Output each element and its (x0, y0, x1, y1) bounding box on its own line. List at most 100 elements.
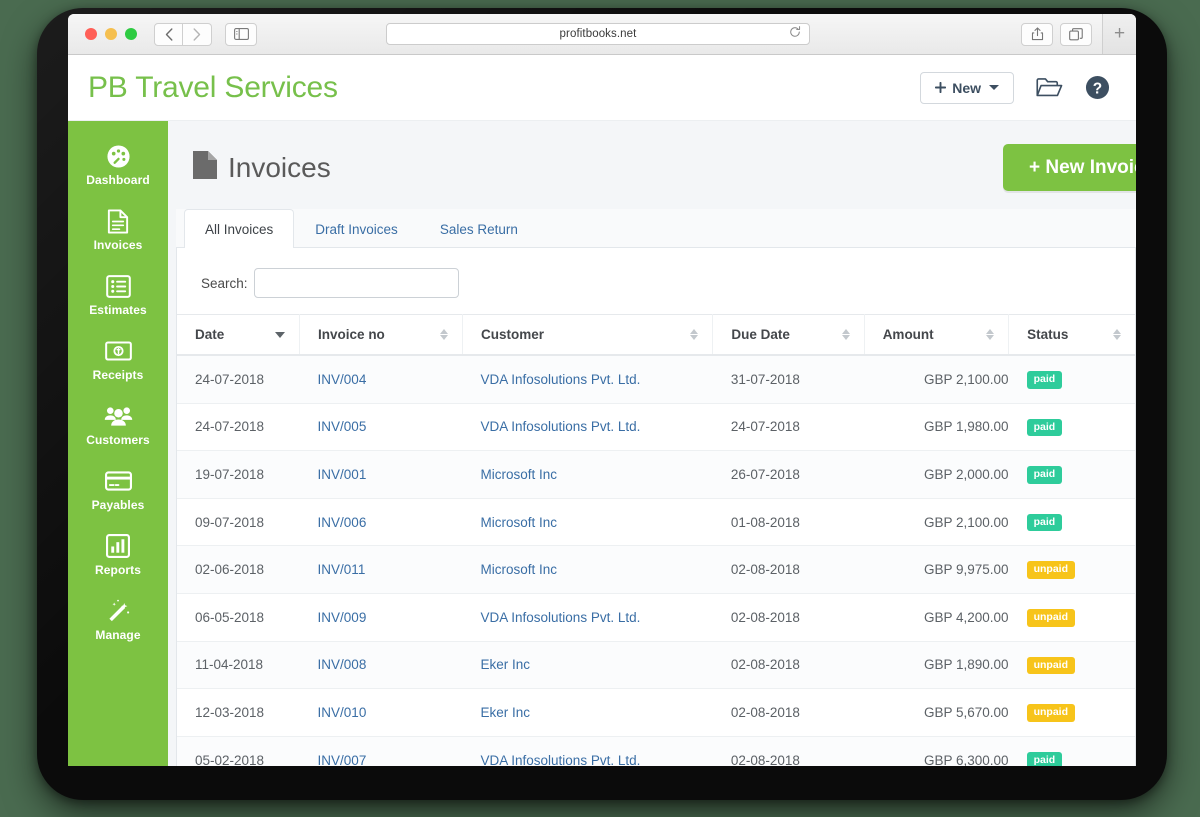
tab-draft-invoices[interactable]: Draft Invoices (294, 209, 419, 248)
sidebar-toggle-icon[interactable] (225, 23, 257, 46)
invoice-link[interactable]: INV/005 (318, 419, 367, 434)
open-folder-icon[interactable] (1036, 77, 1063, 99)
table-row: 24-07-2018INV/005VDA Infosolutions Pvt. … (177, 403, 1135, 451)
cell-amount: GBP 5,670.00 (864, 689, 1008, 737)
cell-customer: VDA Infosolutions Pvt. Ltd. (463, 593, 713, 641)
forward-button[interactable] (183, 23, 212, 46)
column-header-label: Status (1027, 327, 1068, 342)
svg-text:?: ? (1093, 80, 1102, 97)
cell-customer: Microsoft Inc (463, 451, 713, 499)
dashboard-gauge-icon (106, 144, 131, 168)
list-icon (106, 274, 131, 298)
column-header-customer[interactable]: Customer (463, 315, 713, 356)
sort-icon (1113, 329, 1121, 340)
new-tab-button[interactable]: + (1102, 14, 1136, 54)
address-bar[interactable]: profitbooks.net (386, 23, 810, 45)
minimize-window-button[interactable] (105, 28, 117, 40)
column-header-due-date[interactable]: Due Date (713, 315, 864, 356)
invoice-tabs: All Invoices Draft Invoices Sales Return (176, 209, 1136, 248)
sidebar-item-dashboard[interactable]: Dashboard (68, 133, 168, 198)
app-body: Dashboard Invoices Estimates Receipts (68, 121, 1136, 766)
column-header-label: Date (195, 327, 224, 342)
invoice-link[interactable]: INV/011 (318, 562, 366, 577)
status-badge: paid (1027, 371, 1063, 389)
invoice-link[interactable]: INV/006 (318, 515, 367, 530)
cell-invoice-no: INV/008 (300, 641, 463, 689)
plus-icon (935, 80, 946, 96)
tab-all-invoices[interactable]: All Invoices (184, 209, 294, 248)
new-invoice-button[interactable]: + New Invoice (1003, 144, 1136, 191)
sidebar-item-label: Reports (95, 563, 141, 577)
table-body: 24-07-2018 INV/004 VDA Infosolutions Pvt. … (177, 355, 1135, 766)
new-button-label: New (952, 80, 981, 96)
banknote-icon (105, 339, 132, 363)
customer-link[interactable]: Microsoft Inc (481, 467, 558, 482)
credit-card-icon (105, 469, 132, 493)
cell-amount: GBP 2,100.00 (864, 355, 1008, 403)
customer-link[interactable]: Microsoft Inc (481, 515, 558, 530)
customer-link[interactable]: VDA Infosolutions Pvt. Ltd. (481, 753, 641, 766)
browser-toolbar: profitbooks.net + (68, 14, 1136, 55)
sidebar-item-label: Manage (95, 628, 140, 642)
cell-date: 05-02-2018 (177, 736, 300, 766)
reload-icon[interactable] (789, 25, 801, 43)
cell-invoice-no: INV/006 (300, 498, 463, 546)
invoice-link[interactable]: INV/010 (318, 705, 367, 720)
invoice-link[interactable]: INV/004 (318, 372, 367, 387)
main-content: Invoices + New Invoice All Invoices Draf… (168, 121, 1136, 766)
show-tabs-icon[interactable] (1060, 23, 1092, 46)
status-badge: paid (1027, 752, 1063, 766)
cell-due-date: 26-07-2018 (713, 451, 864, 499)
table-row: 11-04-2018INV/008Eker Inc02-08-2018GBP 1… (177, 641, 1135, 689)
sidebar-item-customers[interactable]: Customers (68, 393, 168, 458)
cell-invoice-no: INV/004 (300, 355, 463, 403)
customer-link[interactable]: VDA Infosolutions Pvt. Ltd. (481, 419, 641, 434)
column-header-status[interactable]: Status (1009, 315, 1135, 356)
column-header-invoice-no[interactable]: Invoice no (300, 315, 463, 356)
help-circle-icon[interactable]: ? (1085, 75, 1110, 100)
invoice-link[interactable]: INV/007 (318, 753, 367, 766)
app-header: PB Travel Services New ? (68, 55, 1136, 121)
cell-status: paid (1009, 451, 1135, 499)
close-window-button[interactable] (85, 28, 97, 40)
customer-link[interactable]: VDA Infosolutions Pvt. Ltd. (481, 610, 641, 625)
invoice-link[interactable]: INV/009 (318, 610, 367, 625)
search-input[interactable] (254, 268, 459, 298)
cell-amount: GBP 9,975.00 (864, 546, 1008, 594)
cell-date: 12-03-2018 (177, 689, 300, 737)
invoice-link[interactable]: INV/008 (318, 657, 367, 672)
customer-link[interactable]: VDA Infosolutions Pvt. Ltd. (481, 372, 641, 387)
column-header-amount[interactable]: Amount (864, 315, 1008, 356)
cell-due-date: 31-07-2018 (713, 355, 864, 403)
customer-link[interactable]: Eker Inc (481, 705, 531, 720)
status-badge: unpaid (1027, 704, 1075, 722)
sidebar-item-receipts[interactable]: Receipts (68, 328, 168, 393)
customer-link[interactable]: Microsoft Inc (481, 562, 558, 577)
sidebar-item-manage[interactable]: Manage (68, 588, 168, 653)
chevron-down-icon (989, 85, 999, 90)
cell-date: 24-07-2018 (177, 355, 300, 403)
cell-due-date: 02-08-2018 (713, 689, 864, 737)
column-header-label: Amount (883, 327, 934, 342)
sidebar-item-payables[interactable]: Payables (68, 458, 168, 523)
tab-sales-return[interactable]: Sales Return (419, 209, 539, 248)
maximize-window-button[interactable] (125, 28, 137, 40)
customer-link[interactable]: Eker Inc (481, 657, 531, 672)
page-title-text: Invoices (228, 152, 331, 184)
document-icon (107, 209, 129, 233)
page-title: Invoices (192, 150, 331, 187)
table-row: 09-07-2018INV/006Microsoft Inc01-08-2018… (177, 498, 1135, 546)
new-button[interactable]: New (920, 72, 1014, 104)
invoice-link[interactable]: INV/001 (318, 467, 367, 482)
cell-date: 11-04-2018 (177, 641, 300, 689)
document-icon (192, 150, 218, 187)
share-icon[interactable] (1021, 23, 1053, 46)
sidebar-item-invoices[interactable]: Invoices (68, 198, 168, 263)
back-button[interactable] (154, 23, 183, 46)
column-header-label: Customer (481, 327, 544, 342)
table-header-row: Date Invoice no (177, 315, 1135, 356)
table-row: 19-07-2018INV/001Microsoft Inc26-07-2018… (177, 451, 1135, 499)
sidebar-item-reports[interactable]: Reports (68, 523, 168, 588)
sidebar-item-estimates[interactable]: Estimates (68, 263, 168, 328)
column-header-date[interactable]: Date (177, 315, 300, 356)
